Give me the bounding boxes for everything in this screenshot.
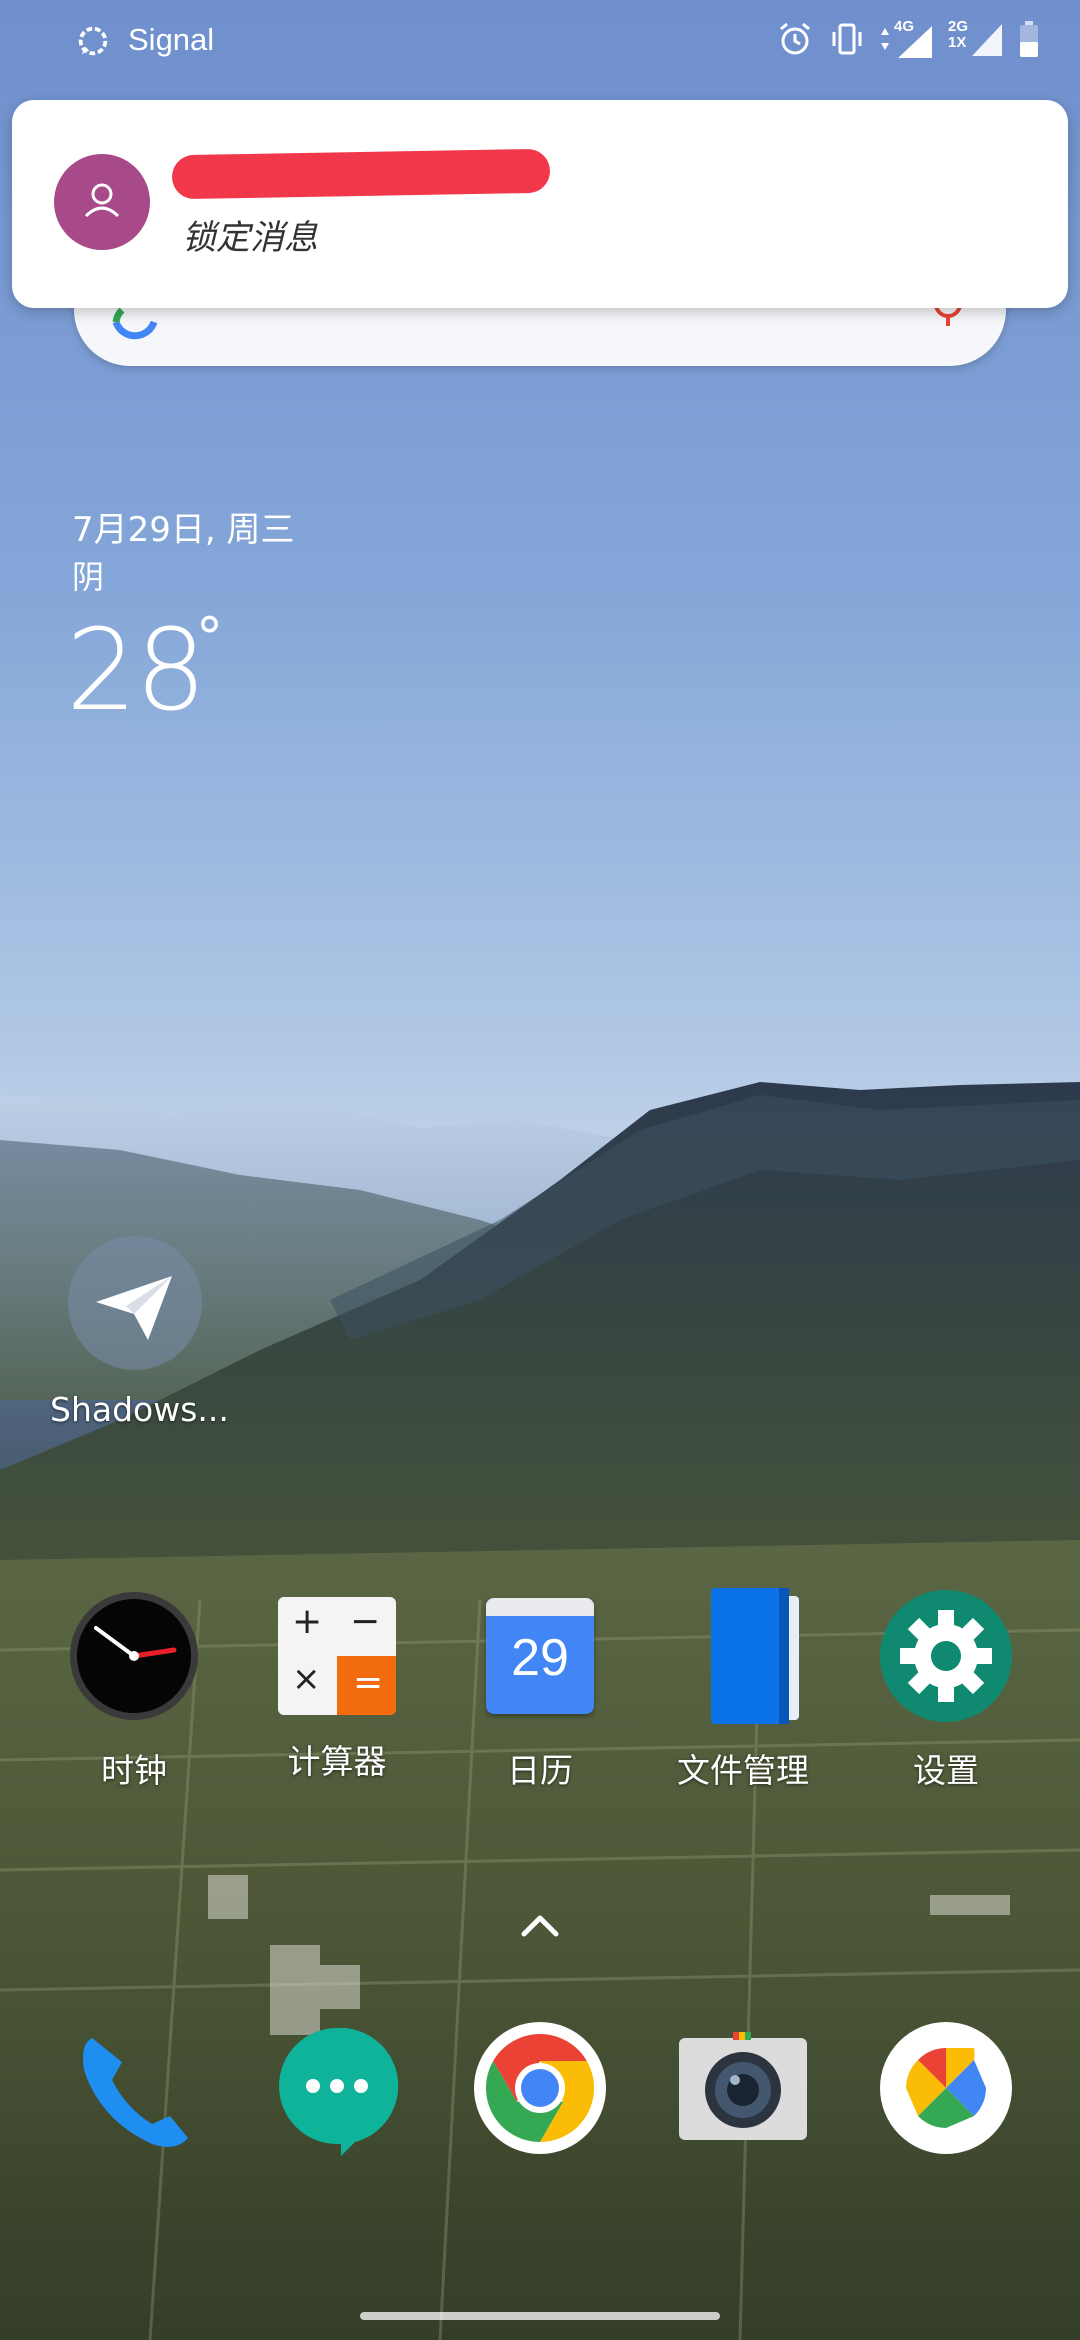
- dock-messages[interactable]: [252, 2020, 422, 2156]
- contact-avatar: [54, 154, 150, 250]
- file-manager-icon: [675, 1588, 811, 1724]
- calculator-icon: + − × =: [278, 1597, 396, 1715]
- settings-icon: [878, 1588, 1014, 1724]
- photos-icon: [878, 2020, 1014, 2156]
- chevron-up-icon[interactable]: [520, 1910, 560, 1938]
- clock-icon: [66, 1588, 202, 1724]
- vibrate-icon: [832, 23, 862, 55]
- notification-card[interactable]: 锁定消息: [12, 100, 1068, 308]
- paper-plane-icon: [68, 1236, 202, 1370]
- home-indicator[interactable]: [360, 2312, 720, 2320]
- signal-icon: [78, 26, 108, 56]
- calc-equals-key: =: [337, 1656, 396, 1715]
- network-type-label-3: 1X: [948, 34, 967, 51]
- calc-times: ×: [292, 1659, 321, 1699]
- notification-app-name: Signal: [128, 22, 215, 57]
- signal-4g: 4G: [880, 19, 934, 58]
- alarm-icon: [780, 22, 810, 55]
- network-type-label-2: 2G: [948, 18, 969, 35]
- signal-2g: 2G 1X: [948, 18, 1004, 58]
- app-settings[interactable]: 设置: [861, 1588, 1031, 1792]
- app-calendar[interactable]: 29 日历: [455, 1588, 625, 1792]
- app-shadowsocks[interactable]: Shadows...: [50, 1236, 229, 1429]
- redacted-sender: [171, 148, 551, 200]
- cell-signal-icon-2: [972, 24, 1002, 56]
- dock-photos[interactable]: [861, 2020, 1031, 2156]
- app-label: 文件管理: [677, 1751, 809, 1790]
- app-label: 时钟: [101, 1751, 167, 1790]
- app-file-manager[interactable]: 文件管理: [658, 1588, 828, 1792]
- app-label: 计算器: [287, 1742, 387, 1781]
- calc-minus: −: [350, 1601, 381, 1642]
- app-label: Shadows...: [50, 1390, 229, 1429]
- calc-equals: =: [353, 1662, 384, 1703]
- messages-icon: [269, 2020, 405, 2156]
- battery-icon: [1020, 21, 1038, 57]
- dock-chrome[interactable]: [455, 2020, 625, 2156]
- calc-plus: +: [292, 1601, 323, 1642]
- app-label: 设置: [913, 1751, 979, 1790]
- degree-symbol: °: [196, 606, 223, 669]
- weather-condition: 阴: [72, 558, 105, 596]
- chrome-icon: [472, 2020, 608, 2156]
- app-label: 日历: [507, 1751, 573, 1790]
- calendar-icon: 29: [472, 1588, 608, 1724]
- weather-date[interactable]: 7月29日, 周三: [72, 502, 295, 551]
- app-calculator[interactable]: + − × = 计算器: [252, 1588, 422, 1783]
- dock-phone[interactable]: [49, 2020, 219, 2156]
- weather-temperature[interactable]: 28: [66, 606, 207, 736]
- data-arrows-icon: [881, 28, 889, 50]
- phone-icon: [66, 2020, 202, 2156]
- camera-icon: [675, 2020, 811, 2156]
- app-clock[interactable]: 时钟: [49, 1588, 219, 1792]
- status-bar: Signal 4G 2G 1X: [0, 18, 1080, 66]
- person-icon: [84, 183, 120, 218]
- calendar-day: 29: [511, 1629, 569, 1687]
- cell-signal-icon: [898, 26, 932, 58]
- notification-message: 锁定消息: [182, 218, 318, 258]
- status-icons: 4G 2G 1X: [776, 18, 1040, 58]
- dock-camera[interactable]: [658, 2020, 828, 2156]
